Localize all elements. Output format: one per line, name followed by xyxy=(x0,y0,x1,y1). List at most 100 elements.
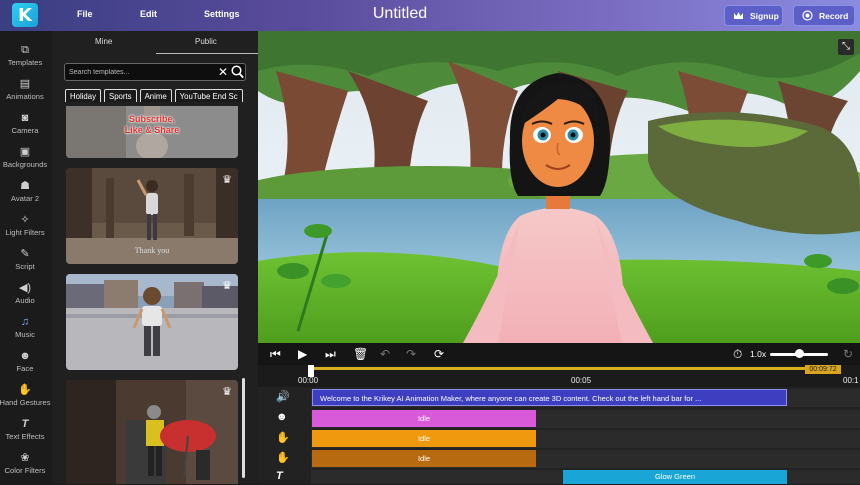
template-thumbnail[interactable]: Thank you ♛ xyxy=(66,168,238,264)
track-audio: Welcome to the Krikey AI Animation Maker… xyxy=(311,389,860,407)
tab-mine[interactable]: Mine xyxy=(95,37,112,46)
signup-button[interactable]: Signup xyxy=(724,5,783,26)
rail-item-backgrounds[interactable]: ▣ Backgrounds xyxy=(0,145,50,179)
record-button[interactable]: Record xyxy=(793,5,855,26)
chip-sports[interactable]: Sports xyxy=(104,89,137,102)
record-icon xyxy=(802,10,813,21)
top-bar: K File Edit Settings Untitled Signup Rec… xyxy=(0,0,860,31)
track-face: Idle xyxy=(311,410,860,428)
templates-icon: ⧉ xyxy=(21,44,29,56)
tab-public[interactable]: Public xyxy=(195,37,217,46)
rail-label: Avatar 2 xyxy=(10,194,40,203)
rail-label: Animations xyxy=(6,92,44,101)
hand-clip[interactable]: Idle xyxy=(312,450,536,467)
rail-label: Templates xyxy=(7,58,43,67)
templates-panel: Mine Public ✕ HolidaySportsAnimeYouTube … xyxy=(52,31,258,484)
settings-menu[interactable]: Settings xyxy=(204,9,240,19)
delete-icon[interactable]: 🗑 xyxy=(353,347,368,361)
template-search: ✕ xyxy=(64,63,246,81)
timeline: 00:09:72 00:00 00:05 00:1 🔊 Welcome to t… xyxy=(258,365,860,484)
tick-label: 00:00 xyxy=(298,376,319,385)
timeline-ruler[interactable]: 00:09:72 00:00 00:05 00:1 xyxy=(258,365,860,387)
rail-label: Color Filters xyxy=(4,466,46,475)
template-thumbnail[interactable]: ♛ xyxy=(66,274,238,370)
crown-icon xyxy=(734,12,743,19)
rail-item-music[interactable]: ♫ Music xyxy=(0,315,50,349)
project-title[interactable]: Untitled xyxy=(330,5,470,23)
file-menu[interactable]: File xyxy=(77,9,93,19)
reset-icon[interactable]: ↻ xyxy=(843,347,853,361)
tick-label: 00:05 xyxy=(571,376,592,385)
rail-item-camera[interactable]: ◙ Camera xyxy=(0,111,50,145)
face-clip[interactable]: Idle xyxy=(312,410,536,427)
tool-rail: ⧉ Templates ▤ Animations ◙ Camera ▣ Back… xyxy=(0,31,51,485)
speed-timer-icon: ⏱ xyxy=(733,347,743,361)
template-thumbnail[interactable]: ♛ xyxy=(66,380,238,484)
scene-viewport[interactable]: ⤡ xyxy=(258,31,860,343)
hand-icon: ✋ xyxy=(276,452,290,464)
hand-icon: ✋ xyxy=(18,384,32,396)
animations-icon: ▤ xyxy=(19,78,31,90)
face-icon: ☻ xyxy=(19,350,31,362)
rail-label: Hand Gestures xyxy=(0,398,51,407)
hand-clip[interactable]: Idle xyxy=(312,430,536,447)
clear-search-icon[interactable]: ✕ xyxy=(218,65,228,79)
record-label: Record xyxy=(819,10,849,21)
camera-icon: ◙ xyxy=(21,112,29,124)
scene-render xyxy=(258,31,860,343)
thumbnail-caption: Thank you xyxy=(134,246,170,255)
undo-icon[interactable]: ↶ xyxy=(380,347,390,361)
rail-item-animations[interactable]: ▤ Animations xyxy=(0,77,50,111)
active-tab-indicator xyxy=(156,53,258,54)
text-icon: T xyxy=(21,418,29,430)
rail-item-avatar[interactable]: ☗ Avatar 2 xyxy=(0,179,50,213)
loop-icon[interactable]: ⟳ xyxy=(434,347,444,361)
speed-slider-handle[interactable] xyxy=(795,349,804,358)
search-input[interactable] xyxy=(69,66,209,79)
rail-label: Light Filters xyxy=(5,228,45,237)
text-clip[interactable]: Glow Green xyxy=(563,470,787,484)
search-icon[interactable] xyxy=(231,65,244,79)
skip-to-end-icon[interactable]: ⏭ xyxy=(325,347,336,361)
chip-anime[interactable]: Anime xyxy=(139,89,172,102)
hand-icon: ✋ xyxy=(276,432,290,444)
speaker-icon: ◀) xyxy=(18,282,32,294)
template-preview-image xyxy=(66,380,238,484)
template-thumbnail[interactable]: Subscribe, Like & Share xyxy=(66,106,238,158)
edit-menu[interactable]: Edit xyxy=(140,9,157,19)
rail-item-script[interactable]: ✎ Script xyxy=(0,247,50,281)
rail-item-color-filters[interactable]: ❀ Color Filters xyxy=(0,451,50,485)
timeline-progress xyxy=(311,367,811,370)
crown-icon: ♛ xyxy=(222,174,232,186)
chip-holiday[interactable]: Holiday xyxy=(65,89,102,102)
skip-to-start-icon[interactable]: ⏮ xyxy=(270,347,281,361)
fullscreen-icon[interactable]: ⤡ xyxy=(838,39,854,55)
rail-label: Music xyxy=(15,330,35,339)
rail-label: Backgrounds xyxy=(2,160,48,169)
text-icon: T xyxy=(276,470,283,482)
rail-item-templates[interactable]: ⧉ Templates xyxy=(0,43,50,77)
rail-item-hand-gestures[interactable]: ✋ Hand Gestures xyxy=(0,383,51,417)
rail-item-light-filters[interactable]: ✧ Light Filters xyxy=(0,213,50,247)
redo-icon[interactable]: ↷ xyxy=(406,347,416,361)
audio-clip[interactable]: Welcome to the Krikey AI Animation Maker… xyxy=(312,389,787,406)
chip-youtube-end-screen[interactable]: YouTube End Sc xyxy=(174,89,243,102)
playback-controls: ⏮ ▶ ⏭ 🗑 ↶ ↷ ⟳ ⏱ 1.0x ↻ xyxy=(258,343,860,365)
rail-item-face[interactable]: ☻ Face xyxy=(0,349,50,383)
rail-label: Text Effects xyxy=(5,432,45,441)
rail-label: Face xyxy=(16,364,34,373)
end-time-marker[interactable]: 00:09:72 xyxy=(805,365,841,374)
krikey-logo[interactable]: K xyxy=(12,3,38,27)
speaker-icon: 🔊 xyxy=(276,391,290,403)
play-icon[interactable]: ▶ xyxy=(298,347,307,361)
backgrounds-icon: ▣ xyxy=(19,146,31,158)
rail-item-text-effects[interactable]: T Text Effects xyxy=(0,417,50,451)
rail-label: Camera xyxy=(11,126,39,135)
panel-scrollbar[interactable] xyxy=(242,378,245,478)
color-filter-icon: ❀ xyxy=(20,452,30,464)
light-bulb-icon: ✧ xyxy=(20,214,30,226)
crown-icon: ♛ xyxy=(222,386,232,398)
rail-item-audio[interactable]: ◀) Audio xyxy=(0,281,50,315)
template-tabs: Mine Public xyxy=(52,31,258,55)
rail-label: Audio xyxy=(15,296,35,305)
